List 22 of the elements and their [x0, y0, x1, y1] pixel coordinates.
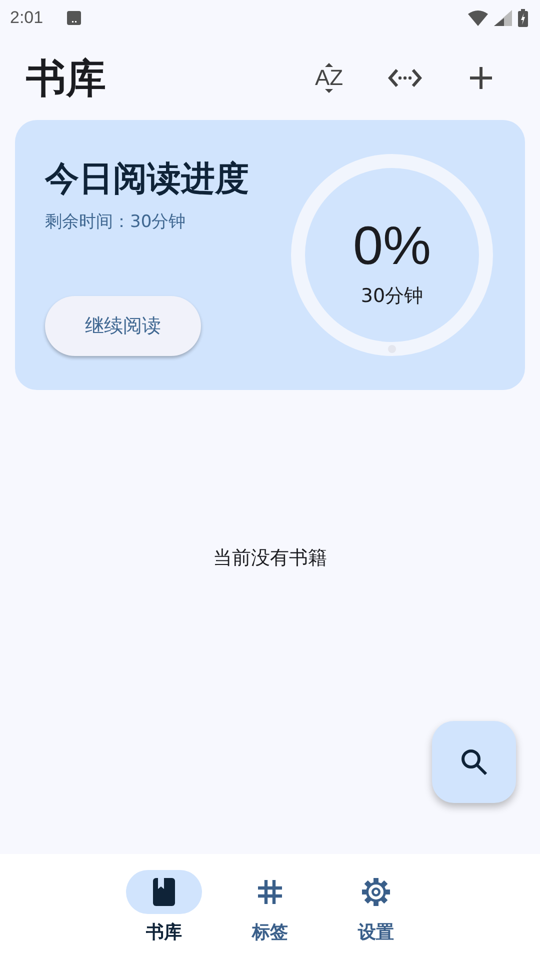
- status-time: 2:01: [10, 8, 44, 28]
- settings-icon: [361, 877, 391, 907]
- nav-tab[interactable]: 书库: [126, 870, 202, 960]
- remaining-time: 剩余时间：30分钟: [45, 211, 187, 233]
- continue-button[interactable]: 继续阅读: [45, 296, 201, 356]
- add-icon[interactable]: [470, 67, 492, 89]
- hash-icon: [255, 877, 285, 907]
- battery-icon: [518, 9, 528, 27]
- empty-message: 当前没有书籍: [213, 546, 327, 571]
- notification-icon: [67, 11, 82, 25]
- page-title: 书库: [26, 54, 106, 104]
- search-button[interactable]: [432, 721, 516, 803]
- nav-tab[interactable]: 设置: [338, 870, 414, 960]
- sort-button[interactable]: AZ: [298, 54, 360, 102]
- search-icon: [460, 748, 488, 776]
- progress-percent: 0%: [352, 215, 432, 277]
- wifi-icon: [468, 10, 488, 26]
- goal-time: 30分钟: [360, 284, 424, 309]
- signal-icon: [494, 10, 512, 26]
- card-title: 今日阅读进度: [45, 158, 250, 201]
- nav-tab[interactable]: 标签: [232, 870, 308, 960]
- code-icon[interactable]: [388, 68, 422, 88]
